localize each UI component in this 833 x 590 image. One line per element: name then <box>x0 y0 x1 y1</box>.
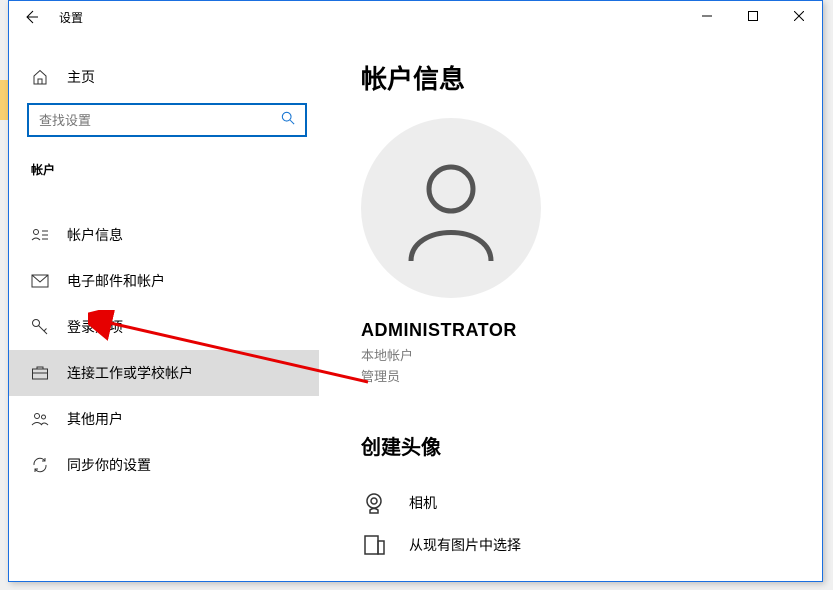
person-icon <box>396 153 506 263</box>
search-icon <box>281 111 295 130</box>
create-avatar-title: 创建头像 <box>361 431 822 460</box>
account-role: 管理员 <box>361 366 822 385</box>
settings-window: 设置 主页 <box>8 0 823 582</box>
main-panel: 帐户信息 ADMINISTRATOR 本地帐户 管理员 创建头像 相机 <box>319 33 822 581</box>
nav-item-label: 其他用户 <box>67 409 123 429</box>
home-link[interactable]: 主页 <box>9 61 319 93</box>
home-label: 主页 <box>67 67 95 87</box>
nav-list: 帐户信息 电子邮件和帐户 登录选项 <box>9 212 319 488</box>
search-box[interactable] <box>27 103 307 137</box>
mail-icon <box>31 272 49 290</box>
nav-item-work-school[interactable]: 连接工作或学校帐户 <box>9 350 319 396</box>
camera-icon <box>361 490 387 516</box>
search-input[interactable] <box>39 113 281 128</box>
home-icon <box>31 68 49 86</box>
nav-item-label: 同步你的设置 <box>67 455 151 475</box>
page-title: 帐户信息 <box>361 59 822 96</box>
user-card-icon <box>31 226 49 244</box>
key-icon <box>31 318 49 336</box>
nav-item-label: 帐户信息 <box>67 225 123 245</box>
option-label: 相机 <box>409 493 437 513</box>
users-icon <box>31 410 49 428</box>
sync-icon <box>31 456 49 474</box>
briefcase-icon <box>31 364 49 382</box>
avatar <box>361 118 541 298</box>
minimize-button[interactable] <box>684 1 730 31</box>
account-type: 本地帐户 <box>361 345 822 364</box>
app-title: 设置 <box>59 9 83 26</box>
titlebar: 设置 <box>9 1 822 33</box>
nav-item-sync-settings[interactable]: 同步你的设置 <box>9 442 319 488</box>
option-camera[interactable]: 相机 <box>361 482 822 524</box>
content: 主页 帐户 帐户信息 <box>9 33 822 581</box>
category-label: 帐户 <box>9 151 319 188</box>
sidebar: 主页 帐户 帐户信息 <box>9 33 319 581</box>
option-label: 从现有图片中选择 <box>409 535 521 555</box>
nav-item-label: 连接工作或学校帐户 <box>67 363 193 383</box>
browse-icon <box>361 532 387 558</box>
username: ADMINISTRATOR <box>361 320 822 341</box>
nav-item-label: 登录选项 <box>67 317 123 337</box>
option-browse[interactable]: 从现有图片中选择 <box>361 524 822 566</box>
nav-item-other-users[interactable]: 其他用户 <box>9 396 319 442</box>
nav-item-signin-options[interactable]: 登录选项 <box>9 304 319 350</box>
nav-item-email-accounts[interactable]: 电子邮件和帐户 <box>9 258 319 304</box>
nav-item-label: 电子邮件和帐户 <box>67 271 165 291</box>
back-button[interactable] <box>21 7 41 27</box>
maximize-button[interactable] <box>730 1 776 31</box>
nav-item-account-info[interactable]: 帐户信息 <box>9 212 319 258</box>
close-button[interactable] <box>776 1 822 31</box>
